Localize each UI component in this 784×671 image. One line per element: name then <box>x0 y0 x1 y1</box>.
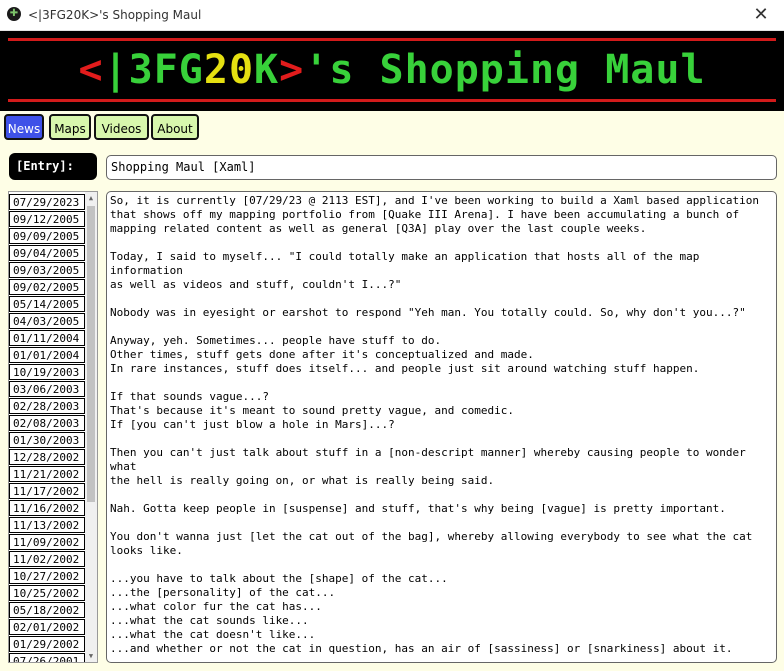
content-paragraph: Today, I said to myself... "I could tota… <box>110 250 700 291</box>
banner: <|3FG20K>'s Shopping Maul <box>0 31 784 111</box>
content-paragraph: Then you can't just talk about stuff in … <box>110 446 746 487</box>
date-list-item[interactable]: 10/27/2002 <box>9 568 85 584</box>
tab-videos[interactable]: Videos <box>94 114 149 140</box>
date-list-item[interactable]: 10/19/2003 <box>9 364 85 380</box>
entry-label: [Entry]: <box>9 153 97 180</box>
date-list-item[interactable]: 03/06/2003 <box>9 381 85 397</box>
date-list-item[interactable]: 10/25/2002 <box>9 585 85 601</box>
banner-title-lt: < <box>78 47 104 93</box>
banner-title-gt: > <box>279 47 305 93</box>
date-items: 07/29/2023 09/12/2005 09/09/2005 09/04/2005… <box>9 192 85 662</box>
entry-content[interactable]: So, it is currently [07/29/23 @ 2113 EST… <box>106 191 777 663</box>
tab-about[interactable]: About <box>151 114 199 140</box>
tab-maps[interactable]: Maps <box>49 114 91 140</box>
date-list-scrollbar[interactable]: ▲ ▼ <box>85 192 97 662</box>
date-list-item[interactable]: 05/18/2002 <box>9 602 85 618</box>
tab-news[interactable]: News <box>4 114 44 140</box>
date-list-item[interactable]: 09/09/2005 <box>9 228 85 244</box>
date-list-item[interactable]: 05/14/2005 <box>9 296 85 312</box>
content-paragraph: Nobody was in eyesight or earshot to res… <box>110 306 746 319</box>
date-list-item[interactable]: 01/30/2003 <box>9 432 85 448</box>
title-bar: ✚ <|3FG20K>'s Shopping Maul ✕ <box>0 0 784 31</box>
chevron-up-icon[interactable]: ▲ <box>85 192 97 204</box>
content-paragraph: Anyway, yeh. Sometimes... people have st… <box>110 334 700 375</box>
content-paragraph: So, it is currently [07/29/23 @ 2113 EST… <box>110 194 760 235</box>
date-list-item[interactable]: 09/03/2005 <box>9 262 85 278</box>
chevron-down-icon[interactable]: ▼ <box>85 650 97 662</box>
date-list-item[interactable]: 11/16/2002 <box>9 500 85 516</box>
banner-top-line <box>8 38 776 41</box>
content-paragraph: You don't wanna just [let the cat out of… <box>110 530 753 557</box>
date-list-item[interactable]: 02/08/2003 <box>9 415 85 431</box>
date-list[interactable]: 07/29/2023 09/12/2005 09/09/2005 09/04/2005… <box>8 191 98 663</box>
date-list-item[interactable]: 01/11/2004 <box>9 330 85 346</box>
date-list-item[interactable]: 09/12/2005 <box>9 211 85 227</box>
scroll-thumb[interactable] <box>87 206 95 502</box>
date-list-item[interactable]: 01/01/2004 <box>9 347 85 363</box>
entry-title-field[interactable]: Shopping Maul [Xaml] <box>106 155 777 180</box>
date-list-item[interactable]: 11/02/2002 <box>9 551 85 567</box>
window-title: <|3FG20K>'s Shopping Maul <box>28 8 202 22</box>
content-paragraph: ...you have to talk about the [shape] of… <box>110 572 733 655</box>
date-list-item[interactable]: 02/28/2003 <box>9 398 85 414</box>
date-list-item[interactable]: 04/03/2005 <box>9 313 85 329</box>
banner-title-name-a: |3FG <box>103 47 204 93</box>
close-icon[interactable]: ✕ <box>738 0 784 30</box>
date-list-item[interactable]: 02/01/2002 <box>9 619 85 635</box>
date-list-item[interactable]: 11/13/2002 <box>9 517 85 533</box>
date-list-item[interactable]: 11/09/2002 <box>9 534 85 550</box>
date-list-item[interactable]: 07/29/2023 <box>9 194 85 210</box>
content-paragraph: Nah. Gotta keep people in [suspense] and… <box>110 502 726 515</box>
banner-title-name-b: 20 <box>203 47 255 93</box>
date-list-item[interactable]: 09/02/2005 <box>9 279 85 295</box>
app-logo-icon: ✚ <box>7 7 21 21</box>
date-list-item[interactable]: 12/28/2002 <box>9 449 85 465</box>
banner-title-name-c: K <box>254 47 280 93</box>
date-list-item[interactable]: 01/29/2002 <box>9 636 85 652</box>
date-list-item[interactable]: 11/21/2002 <box>9 466 85 482</box>
banner-title: <|3FG20K>'s Shopping Maul <box>0 47 784 93</box>
date-list-item[interactable]: 11/17/2002 <box>9 483 85 499</box>
date-list-item[interactable]: 09/04/2005 <box>9 245 85 261</box>
content-paragraph: If that sounds vague...? That's because … <box>110 390 514 431</box>
banner-bottom-line <box>8 99 776 102</box>
banner-title-rest: 's Shopping Maul <box>304 47 706 93</box>
date-list-item[interactable]: 07/26/2001 <box>9 653 85 662</box>
